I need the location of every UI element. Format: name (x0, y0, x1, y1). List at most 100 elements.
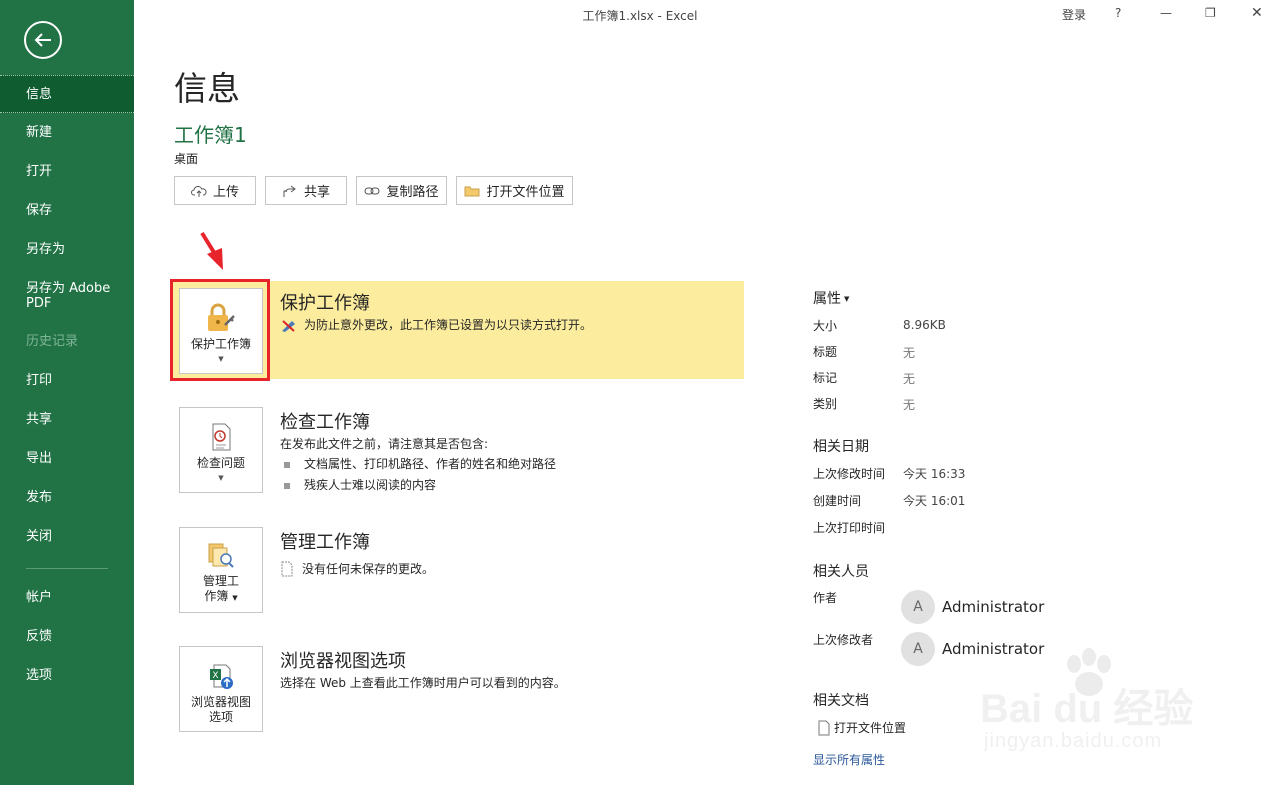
avatar: A (901, 590, 935, 624)
nav-options[interactable]: 选项 (0, 668, 134, 683)
size-label: 大小 (813, 319, 838, 333)
inspect-desc: 在发布此文件之前，请注意其是否包含: (280, 437, 489, 451)
open-location-label: 打开文件位置 (486, 185, 565, 200)
size-value: 8.96KB (903, 318, 946, 332)
check-issues-tile[interactable]: 检查问题 ▼ (179, 407, 263, 493)
watermark-url: jingyan.baidu.com (984, 730, 1163, 752)
manage-tile-label-1: 管理工 (202, 574, 239, 588)
document-name: 工作簿1 (174, 123, 247, 147)
nav-print[interactable]: 打印 (0, 373, 134, 388)
author-name: Administrator (942, 598, 1045, 616)
cloud-upload-icon (191, 185, 207, 197)
red-arrow-annotation (200, 231, 223, 270)
browser-view-options-tile[interactable]: X 浏览器视图 选项 (179, 646, 263, 732)
nav-info[interactable]: 信息 (0, 75, 134, 113)
nav-save-as-pdf[interactable]: 另存为 Adobe PDF (0, 281, 120, 311)
dropdown-caret-icon: ▼ (844, 295, 850, 303)
category-value[interactable]: 无 (903, 396, 915, 413)
minimize-button[interactable]: — (1160, 6, 1172, 20)
help-button[interactable]: ? (1115, 6, 1121, 20)
nav-save-as[interactable]: 另存为 (0, 242, 134, 257)
modified-value: 今天 16:33 (903, 467, 966, 481)
manage-tile-label-2: 作簿 (204, 589, 229, 603)
nav-save[interactable]: 保存 (0, 203, 134, 218)
manage-tile-label-line: 作簿 ▼ (204, 589, 237, 606)
share-button[interactable]: 共享 (265, 176, 347, 205)
related-docs-heading: 相关文档 (813, 693, 869, 709)
copy-path-label: 复制路径 (386, 185, 439, 200)
manage-versions-icon (208, 543, 234, 568)
nav-new[interactable]: 新建 (0, 125, 134, 140)
browser-desc: 选择在 Web 上查看此工作簿时用户可以看到的内容。 (280, 676, 566, 690)
upload-button[interactable]: 上传 (174, 176, 256, 205)
inspect-document-icon (212, 423, 231, 451)
related-dates-heading: 相关日期 (813, 439, 869, 455)
page-title: 信息 (174, 69, 240, 108)
avatar: A (901, 632, 935, 666)
check-issues-label: 检查问题 (196, 456, 245, 470)
tags-value[interactable]: 无 (903, 370, 915, 387)
link-icon (364, 187, 380, 194)
browser-title: 浏览器视图选项 (280, 651, 406, 672)
unsaved-document-icon (281, 561, 293, 576)
dropdown-caret-icon: ▼ (232, 594, 238, 602)
nav-history: 历史记录 (26, 334, 79, 349)
nav-divider (26, 568, 108, 569)
nav-close[interactable]: 关闭 (0, 529, 134, 544)
tags-label: 标记 (813, 371, 838, 385)
created-value: 今天 16:01 (903, 494, 966, 508)
open-location-button[interactable]: 打开文件位置 (456, 176, 573, 205)
title-value[interactable]: 无 (903, 344, 915, 361)
inspect-bullet: 文档属性、打印机路径、作者的姓名和绝对路径 (284, 455, 556, 472)
nav-publish[interactable]: 发布 (0, 490, 134, 505)
properties-heading-label: 属性 (813, 291, 841, 307)
back-arrow-icon (34, 33, 51, 47)
protect-title: 保护工作簿 (280, 293, 370, 314)
signin-link[interactable]: 登录 (1062, 6, 1086, 23)
related-people-heading: 相关人员 (813, 564, 869, 580)
show-all-properties-link[interactable]: 显示所有属性 (813, 751, 885, 768)
nav-feedback[interactable]: 反馈 (0, 629, 134, 644)
modifier-label: 上次修改者 (813, 633, 874, 647)
baidu-watermark: Bai du 经验 jingyan.baidu.com (980, 646, 1220, 756)
nav-share[interactable]: 共享 (0, 412, 134, 427)
modified-label: 上次修改时间 (813, 467, 886, 481)
excel-globe-icon: X (210, 664, 233, 689)
share-icon (283, 185, 296, 197)
document-location: 桌面 (174, 152, 199, 166)
back-button[interactable] (24, 21, 62, 59)
manage-workbook-tile[interactable]: 管理工 作簿 ▼ (179, 527, 263, 613)
pencil-block-icon (282, 319, 295, 332)
nav-open[interactable]: 打开 (0, 164, 134, 179)
nav-account[interactable]: 帐户 (0, 590, 134, 605)
backstage-sidebar: 信息 新建 打开 保存 另存为 另存为 Adobe PDF 历史记录 打印 共享… (0, 0, 134, 785)
author-label: 作者 (813, 591, 838, 605)
manage-description-row: 没有任何未保存的更改。 (280, 560, 434, 577)
open-file-location-label: 打开文件位置 (834, 721, 907, 735)
browser-tile-label-2: 选项 (208, 710, 233, 724)
manage-desc-text: 没有任何未保存的更改。 (302, 562, 435, 576)
inspect-bullet-text: 残疾人士难以阅读的内容 (304, 478, 437, 492)
inspect-bullet-text: 文档属性、打印机路径、作者的姓名和绝对路径 (304, 457, 557, 471)
red-highlight-box (170, 279, 270, 381)
properties-heading[interactable]: 属性 ▼ (813, 288, 849, 308)
copy-path-button[interactable]: 复制路径 (356, 176, 447, 205)
document-icon (818, 720, 830, 735)
open-file-location-link[interactable]: 打开文件位置 (818, 719, 906, 736)
upload-label: 上传 (212, 185, 239, 200)
created-label: 创建时间 (813, 494, 862, 508)
folder-icon (464, 186, 480, 196)
protect-description-row: 为防止意外更改，此工作簿已设置为以只读方式打开。 (280, 316, 592, 333)
bullet-square-icon (284, 482, 290, 489)
close-button[interactable]: ✕ (1251, 5, 1263, 21)
author-person[interactable]: A Administrator (901, 590, 1044, 624)
protect-desc-text: 为防止意外更改，此工作簿已设置为以只读方式打开。 (304, 318, 593, 332)
nav-export[interactable]: 导出 (0, 451, 134, 466)
category-label: 类别 (813, 397, 838, 411)
printed-label: 上次打印时间 (813, 521, 886, 535)
restore-button[interactable]: ❐ (1205, 6, 1216, 20)
inspect-bullet: 残疾人士难以阅读的内容 (284, 476, 436, 493)
title-label: 标题 (813, 345, 838, 359)
inspect-title: 检查工作簿 (280, 412, 370, 433)
watermark-brand: Bai du 经验 (980, 687, 1194, 731)
